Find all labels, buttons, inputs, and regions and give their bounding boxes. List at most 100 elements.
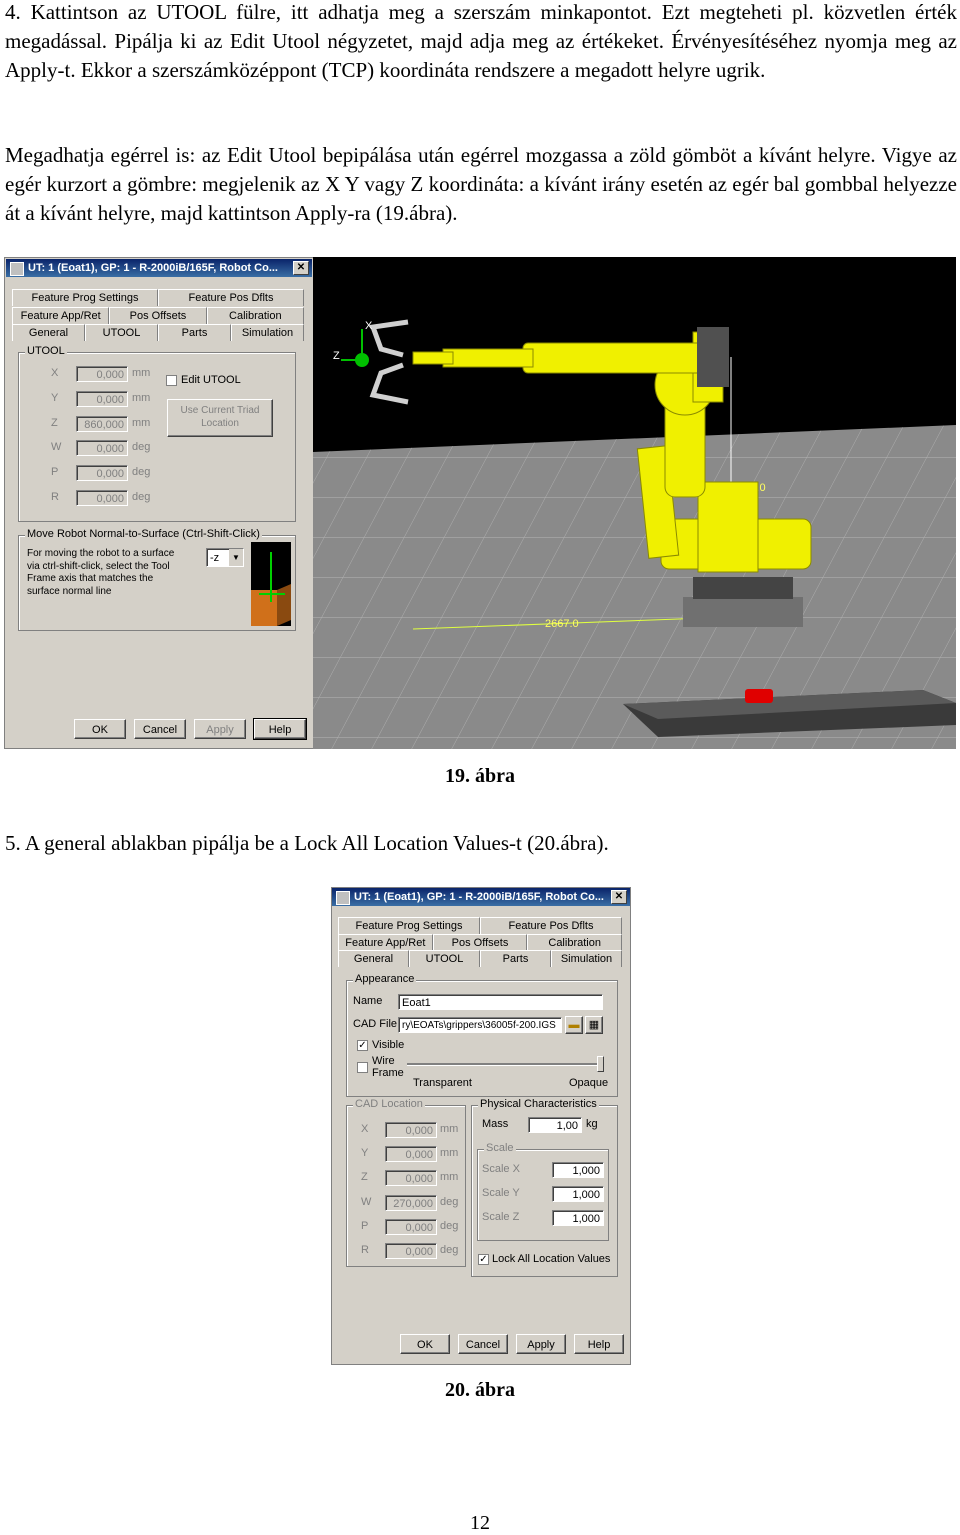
ok-button-2[interactable]: OK bbox=[400, 1334, 450, 1354]
edit-utool-checkbox[interactable] bbox=[166, 375, 177, 386]
move-robot-description: For moving the robot to a surface via ct… bbox=[27, 548, 175, 597]
cad-location-group-label: CAD Location bbox=[353, 1098, 425, 1110]
tab-feature-prog-settings[interactable]: Feature Prog Settings bbox=[12, 289, 158, 306]
wire-frame-checkbox[interactable] bbox=[357, 1062, 368, 1073]
move-robot-group: Move Robot Normal-to-Surface (Ctrl-Shift… bbox=[18, 528, 296, 631]
move-robot-group-label: Move Robot Normal-to-Surface (Ctrl-Shift… bbox=[25, 528, 262, 540]
cad-location-unit-label: deg bbox=[440, 1219, 459, 1232]
page-number: 12 bbox=[470, 1512, 490, 1534]
scale-value-field[interactable]: 1,000 bbox=[552, 1186, 604, 1202]
utool-axis-label: W bbox=[51, 441, 62, 454]
tab-utool-2[interactable]: UTOOL bbox=[409, 950, 480, 967]
name-field[interactable]: Eoat1 bbox=[398, 994, 603, 1010]
cad-location-unit-label: deg bbox=[440, 1244, 459, 1256]
reach-label: 2667.0 bbox=[545, 618, 579, 630]
tab-feature-pos-dflts-2[interactable]: Feature Pos Dflts bbox=[480, 917, 622, 934]
import-icon[interactable]: ▦ bbox=[585, 1016, 603, 1034]
robot-3d-view[interactable]: 1970.0 2667.0 X Z bbox=[313, 257, 956, 749]
cad-file-label: CAD File bbox=[353, 1018, 398, 1030]
utool-value-field[interactable]: 0,000 bbox=[76, 390, 128, 407]
cad-location-axis-label: W bbox=[361, 1195, 372, 1208]
utool-value-field[interactable]: 860,000 bbox=[76, 415, 128, 432]
cad-location-unit-label: mm bbox=[440, 1123, 459, 1135]
triad-x-label: X bbox=[365, 320, 373, 332]
folder-icon[interactable]: ▬ bbox=[565, 1016, 583, 1034]
scale-axis-label: Scale Y bbox=[482, 1187, 520, 1199]
cancel-button[interactable]: Cancel bbox=[134, 719, 186, 739]
scale-axis-label: Scale Z bbox=[482, 1211, 520, 1223]
tab-parts[interactable]: Parts bbox=[158, 324, 231, 341]
transparency-slider-track[interactable] bbox=[407, 1063, 601, 1066]
cad-location-value-field[interactable]: 0,000 bbox=[385, 1218, 437, 1235]
close-icon-2[interactable]: ✕ bbox=[611, 890, 627, 904]
transparent-label: Transparent bbox=[413, 1077, 472, 1089]
apply-button-2[interactable]: Apply bbox=[516, 1334, 566, 1354]
tab-feature-app-ret-2[interactable]: Feature App/Ret bbox=[338, 934, 433, 951]
dialog-titlebar[interactable]: UT: 1 (Eoat1), GP: 1 - R-2000iB/165F, Ro… bbox=[6, 259, 312, 277]
appearance-group: Appearance Name Eoat1 CAD File ry\EOATs\… bbox=[346, 973, 618, 1097]
tab-feature-app-ret[interactable]: Feature App/Ret bbox=[12, 307, 110, 324]
axis-select[interactable]: -z ▼ bbox=[206, 548, 244, 567]
cad-location-axis-label: X bbox=[361, 1123, 369, 1135]
tab-calibration[interactable]: Calibration bbox=[206, 307, 304, 324]
utool-axis-label: X bbox=[51, 367, 59, 379]
frame-label: Frame bbox=[372, 1067, 404, 1079]
lock-all-checkbox[interactable]: ✓ bbox=[478, 1254, 489, 1265]
scale-value-field[interactable]: 1,000 bbox=[552, 1162, 604, 1178]
utool-axis-label: Z bbox=[51, 416, 58, 429]
tab-simulation-2[interactable]: Simulation bbox=[551, 950, 622, 967]
tcp-sphere[interactable] bbox=[355, 353, 369, 367]
transparency-slider-thumb[interactable] bbox=[597, 1056, 604, 1072]
tab-feature-prog-settings-2[interactable]: Feature Prog Settings bbox=[338, 917, 480, 934]
utool-axis-label: R bbox=[51, 491, 59, 503]
cad-location-value-field[interactable]: 0,000 bbox=[385, 1122, 437, 1138]
cad-location-unit-label: deg bbox=[440, 1195, 459, 1208]
apply-button[interactable]: Apply bbox=[194, 719, 246, 739]
surface-normal-preview bbox=[251, 542, 291, 626]
tab-general[interactable]: General bbox=[12, 324, 85, 341]
use-current-triad-button[interactable]: Use Current Triad Location bbox=[167, 399, 273, 437]
physical-group-label: Physical Characteristics bbox=[478, 1098, 599, 1110]
visible-checkbox[interactable]: ✓ bbox=[357, 1040, 368, 1051]
cad-location-axis-label: Z bbox=[361, 1171, 368, 1184]
figure-19-caption: 19. ábra bbox=[445, 765, 515, 787]
edit-utool-label: Edit UTOOL bbox=[181, 374, 241, 386]
tab-calibration-2[interactable]: Calibration bbox=[527, 934, 623, 951]
cad-location-value-field[interactable]: 0,000 bbox=[385, 1170, 437, 1187]
utool-unit-label: mm bbox=[132, 391, 151, 404]
app-icon-2 bbox=[336, 891, 350, 905]
general-dialog: UT: 1 (Eoat1), GP: 1 - R-2000iB/165F, Ro… bbox=[331, 887, 631, 1365]
chevron-down-icon[interactable]: ▼ bbox=[229, 549, 243, 566]
utool-axis-label: Y bbox=[51, 391, 59, 404]
cad-location-value-field[interactable]: 0,000 bbox=[385, 1243, 437, 1259]
cad-file-field[interactable]: ry\EOATs\grippers\36005f-200.IGS bbox=[398, 1017, 562, 1033]
tab-utool[interactable]: UTOOL bbox=[85, 324, 158, 341]
utool-value-field[interactable]: 0,000 bbox=[76, 490, 128, 506]
tab-parts-2[interactable]: Parts bbox=[480, 950, 551, 967]
ok-button[interactable]: OK bbox=[74, 719, 126, 739]
dialog-title: UT: 1 (Eoat1), GP: 1 - R-2000iB/165F, Ro… bbox=[28, 262, 278, 274]
mass-field[interactable]: 1,00 bbox=[528, 1117, 582, 1133]
tab-feature-pos-dflts[interactable]: Feature Pos Dflts bbox=[158, 289, 304, 306]
tab-simulation[interactable]: Simulation bbox=[231, 324, 304, 341]
utool-value-field[interactable]: 0,000 bbox=[76, 465, 128, 482]
triad-z-label: Z bbox=[333, 350, 340, 362]
cad-location-axis-label: Y bbox=[361, 1147, 369, 1160]
dialog-titlebar-2[interactable]: UT: 1 (Eoat1), GP: 1 - R-2000iB/165F, Ro… bbox=[332, 888, 630, 906]
scale-value-field[interactable]: 1,000 bbox=[552, 1210, 604, 1226]
tab-pos-offsets-2[interactable]: Pos Offsets bbox=[432, 934, 528, 951]
cad-location-value-field[interactable]: 0,000 bbox=[385, 1146, 437, 1163]
cancel-button-2[interactable]: Cancel bbox=[458, 1334, 508, 1354]
cad-location-value-field[interactable]: 270,000 bbox=[385, 1194, 437, 1211]
utool-value-field[interactable]: 0,000 bbox=[76, 366, 128, 382]
close-icon[interactable]: ✕ bbox=[293, 261, 309, 275]
tab-pos-offsets[interactable]: Pos Offsets bbox=[109, 307, 207, 324]
tab-general-2[interactable]: General bbox=[338, 950, 409, 967]
utool-value-field[interactable]: 0,000 bbox=[76, 440, 128, 457]
utool-group-label: UTOOL bbox=[25, 345, 67, 357]
lock-all-label: Lock All Location Values bbox=[492, 1253, 611, 1265]
help-button-2[interactable]: Help bbox=[574, 1334, 624, 1354]
help-button[interactable]: Help bbox=[253, 718, 307, 740]
cad-location-unit-label: mm bbox=[440, 1171, 459, 1184]
app-icon bbox=[10, 262, 24, 276]
